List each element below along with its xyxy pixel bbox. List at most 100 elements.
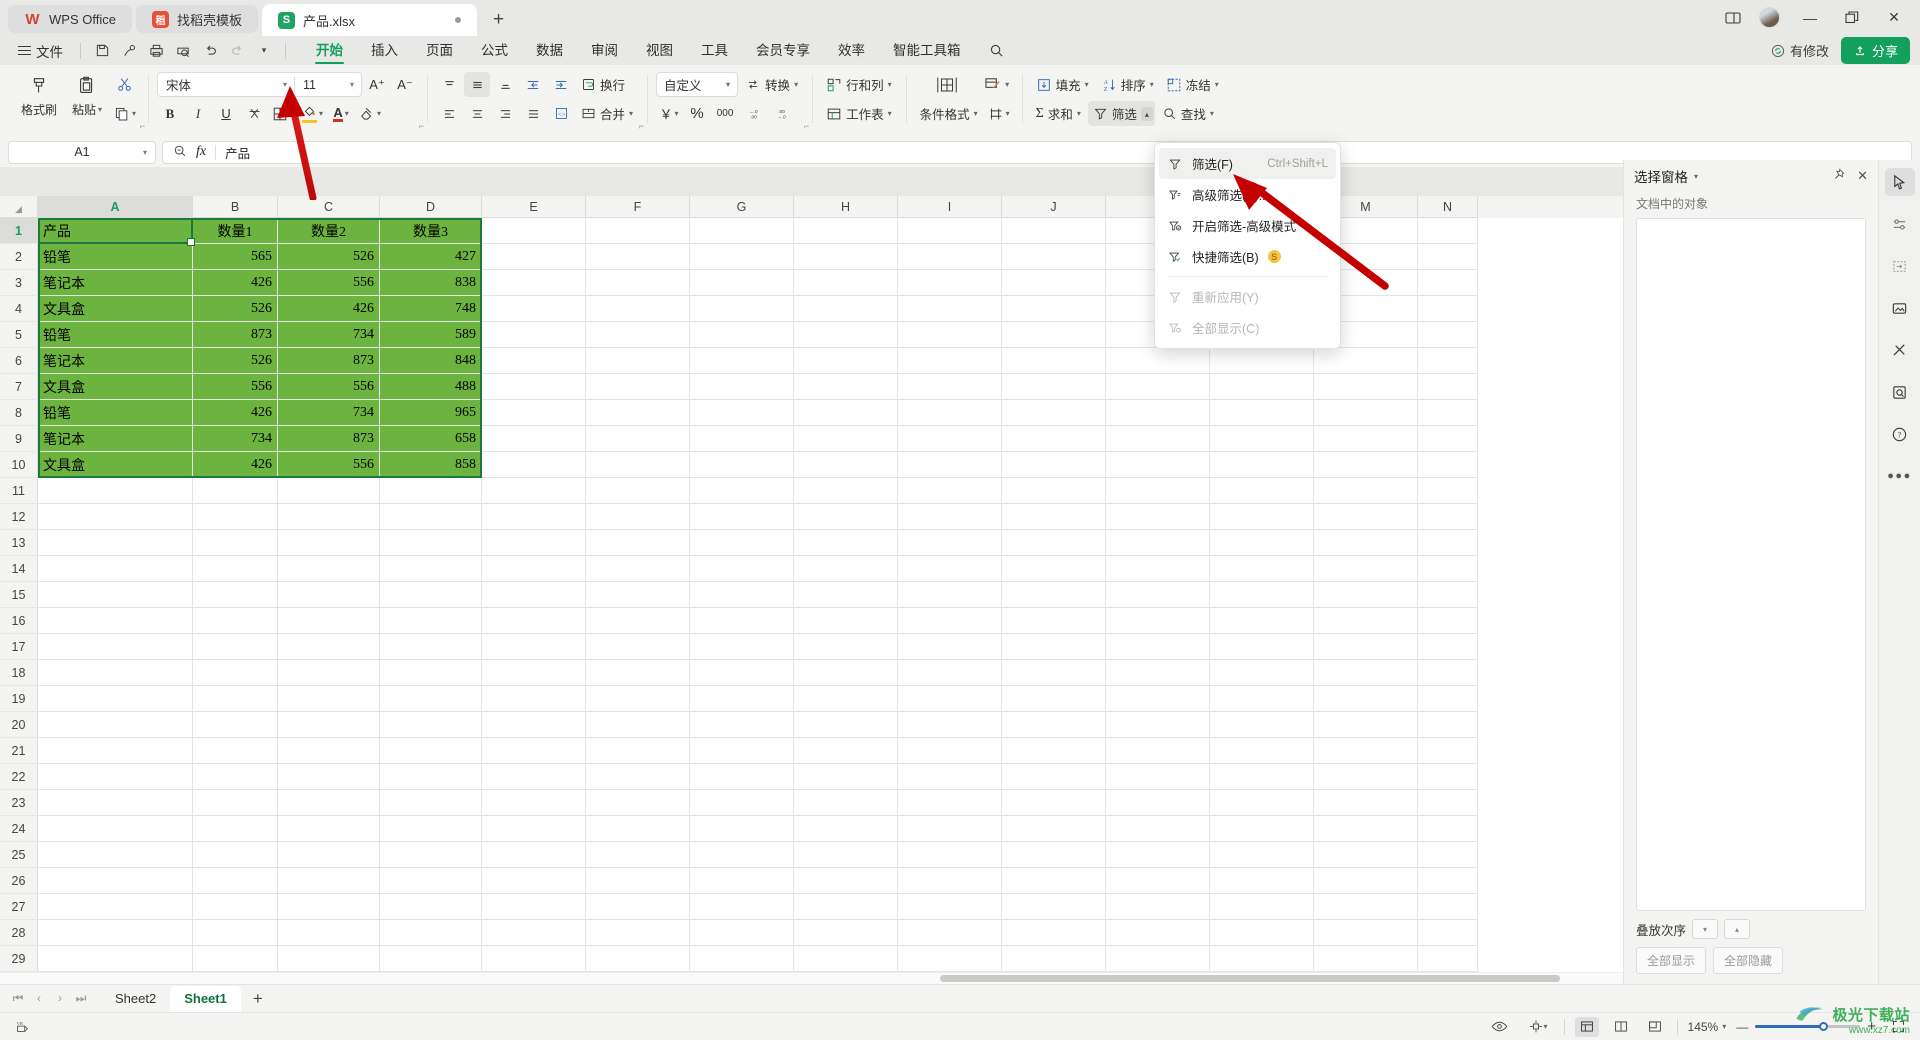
cell-L6[interactable] (1210, 348, 1314, 374)
cell-F19[interactable] (586, 686, 690, 712)
merge-cells-button[interactable]: 合并 ▾ (576, 101, 638, 126)
row-header-10[interactable]: 10 (0, 452, 38, 478)
move-down-button[interactable]: ▾ (1692, 919, 1719, 939)
cell-D19[interactable] (380, 686, 482, 712)
cell-M27[interactable] (1314, 894, 1418, 920)
row-header-7[interactable]: 7 (0, 374, 38, 400)
formula-input[interactable]: 产品 (225, 143, 250, 162)
column-header-h[interactable]: H (794, 196, 898, 218)
cell-H3[interactable] (794, 270, 898, 296)
cell-N8[interactable] (1418, 400, 1478, 426)
page-break-icon[interactable] (1643, 1017, 1667, 1037)
row-header-3[interactable]: 3 (0, 270, 38, 296)
cell-J8[interactable] (1002, 400, 1106, 426)
cell-N24[interactable] (1418, 816, 1478, 842)
object-list[interactable] (1636, 218, 1866, 911)
row-header-1[interactable]: 1 (0, 218, 38, 244)
cell-K14[interactable] (1106, 556, 1210, 582)
cell-G7[interactable] (690, 374, 794, 400)
row-header-9[interactable]: 9 (0, 426, 38, 452)
cell-D1[interactable]: 数量3 (380, 218, 482, 244)
cell-C7[interactable]: 556 (278, 374, 380, 400)
column-header-g[interactable]: G (690, 196, 794, 218)
row-header-17[interactable]: 17 (0, 634, 38, 660)
cell-M7[interactable] (1314, 374, 1418, 400)
cell-B11[interactable] (193, 478, 278, 504)
cell-B8[interactable]: 426 (193, 400, 278, 426)
move-up-button[interactable]: ▴ (1724, 919, 1751, 939)
decrease-decimal-button[interactable]: .00 →.0 (768, 101, 794, 126)
cell-D28[interactable] (380, 920, 482, 946)
cell-A27[interactable] (38, 894, 193, 920)
wrap-text-button[interactable]: 换行 (576, 72, 630, 97)
column-header-d[interactable]: D (380, 196, 482, 218)
row-header-27[interactable]: 27 (0, 894, 38, 920)
cell-C6[interactable]: 873 (278, 348, 380, 374)
modified-status[interactable]: 有修改 (1771, 41, 1829, 60)
cell-I8[interactable] (898, 400, 1002, 426)
cell-I3[interactable] (898, 270, 1002, 296)
cell-N21[interactable] (1418, 738, 1478, 764)
cell-C24[interactable] (278, 816, 380, 842)
cell-D10[interactable]: 858 (380, 452, 482, 478)
cell-L16[interactable] (1210, 608, 1314, 634)
row-header-6[interactable]: 6 (0, 348, 38, 374)
sheet-tab-sheet1[interactable]: Sheet1 (170, 985, 241, 1012)
increase-font-size-button[interactable]: A⁺ (364, 72, 390, 97)
tab-close-icon[interactable] (454, 17, 461, 23)
cell-A22[interactable] (38, 764, 193, 790)
cell-F4[interactable] (586, 296, 690, 322)
cell-L12[interactable] (1210, 504, 1314, 530)
ribbon-tab-tools[interactable]: 工具 (687, 36, 742, 65)
cell-G28[interactable] (690, 920, 794, 946)
cell-D14[interactable] (380, 556, 482, 582)
cell-K15[interactable] (1106, 582, 1210, 608)
zoom-out-button[interactable]: — (1736, 1020, 1748, 1034)
cell-F6[interactable] (586, 348, 690, 374)
cell-G13[interactable] (690, 530, 794, 556)
cell-K7[interactable] (1106, 374, 1210, 400)
cell-F16[interactable] (586, 608, 690, 634)
hide-all-button[interactable]: 全部隐藏 (1713, 947, 1784, 974)
cell-M15[interactable] (1314, 582, 1418, 608)
cell-I26[interactable] (898, 868, 1002, 894)
cell-H27[interactable] (794, 894, 898, 920)
cell-E20[interactable] (482, 712, 586, 738)
cell-G12[interactable] (690, 504, 794, 530)
cell-K25[interactable] (1106, 842, 1210, 868)
cell-G3[interactable] (690, 270, 794, 296)
cell-N16[interactable] (1418, 608, 1478, 634)
fit-screen-icon[interactable]: ▾ (1522, 1017, 1554, 1037)
cell-G6[interactable] (690, 348, 794, 374)
cell-A11[interactable] (38, 478, 193, 504)
cell-N18[interactable] (1418, 660, 1478, 686)
cell-J11[interactable] (1002, 478, 1106, 504)
cell-F25[interactable] (586, 842, 690, 868)
cell-B7[interactable]: 556 (193, 374, 278, 400)
cell-C17[interactable] (278, 634, 380, 660)
chevron-down-icon[interactable]: ▾ (143, 148, 147, 157)
cell-H14[interactable] (794, 556, 898, 582)
cell-D23[interactable] (380, 790, 482, 816)
minimize-button[interactable]: — (1790, 4, 1830, 31)
cell-M14[interactable] (1314, 556, 1418, 582)
cell-H16[interactable] (794, 608, 898, 634)
cell-H17[interactable] (794, 634, 898, 660)
cell-K17[interactable] (1106, 634, 1210, 660)
cell-E27[interactable] (482, 894, 586, 920)
strikethrough-button[interactable] (241, 101, 267, 126)
cell-M10[interactable] (1314, 452, 1418, 478)
cell-M20[interactable] (1314, 712, 1418, 738)
cell-B20[interactable] (193, 712, 278, 738)
app-tab-docer-template[interactable]: 稻 找稻壳模板 (135, 5, 258, 33)
cell-M24[interactable] (1314, 816, 1418, 842)
cell-H13[interactable] (794, 530, 898, 556)
cell-G20[interactable] (690, 712, 794, 738)
cell-I15[interactable] (898, 582, 1002, 608)
cell-J24[interactable] (1002, 816, 1106, 842)
cell-A16[interactable] (38, 608, 193, 634)
cell-I19[interactable] (898, 686, 1002, 712)
redo-icon[interactable] (225, 40, 249, 62)
cell-I10[interactable] (898, 452, 1002, 478)
share-button[interactable]: 分享 (1840, 37, 1910, 64)
